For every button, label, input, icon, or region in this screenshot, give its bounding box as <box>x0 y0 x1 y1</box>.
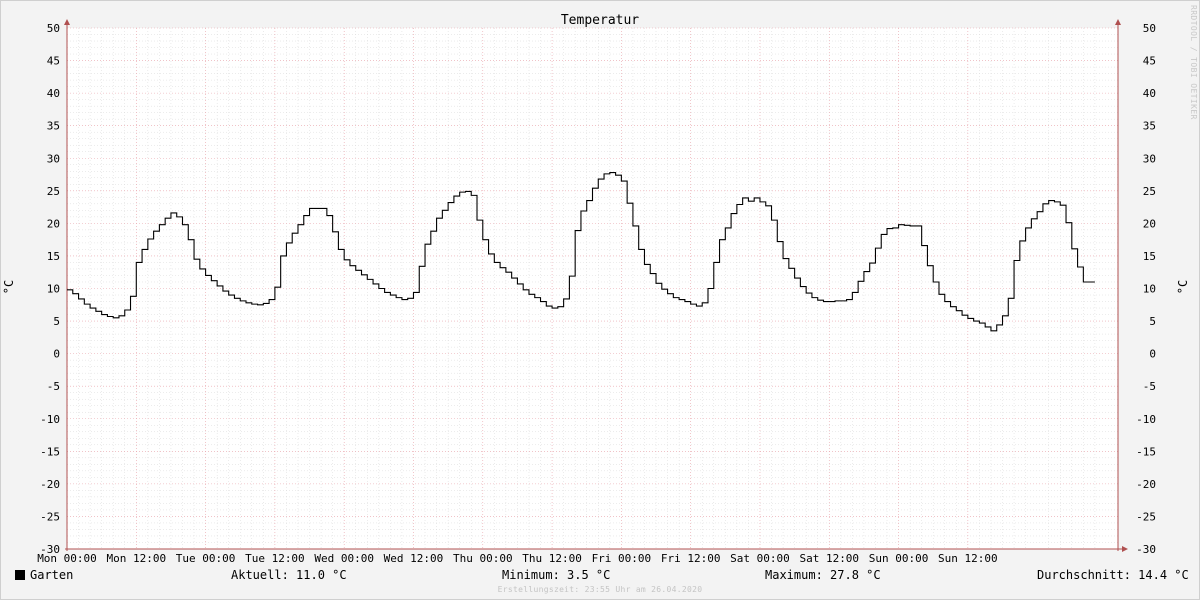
y-tick-label-left: 0 <box>53 348 60 361</box>
legend-maximum-value: Maximum: 27.8 °C <box>765 568 881 582</box>
y-tick-label-right: 35 <box>1143 120 1156 133</box>
y-tick-label-right: -5 <box>1143 380 1156 393</box>
legend-average-value: Durchschnitt: 14.4 °C <box>1037 568 1189 582</box>
y-tick-label-left: 35 <box>47 120 60 133</box>
legend-row: Garten Aktuell: 11.0 °C Minimum: 3.5 °C … <box>0 568 1200 584</box>
y-axis-arrow-right <box>1115 19 1121 25</box>
y-tick-label-right: -20 <box>1136 478 1156 491</box>
y-tick-label-left: 10 <box>47 283 60 296</box>
x-tick-label: Mon 00:00 <box>37 552 97 565</box>
x-tick-label: Sat 00:00 <box>730 552 790 565</box>
x-tick-label: Sun 00:00 <box>869 552 929 565</box>
y-tick-label-right: -10 <box>1136 413 1156 426</box>
y-tick-label-left: 40 <box>47 87 60 100</box>
y-tick-label-right: 45 <box>1143 55 1156 68</box>
y-tick-label-left: -25 <box>40 510 60 523</box>
x-tick-label: Sun 12:00 <box>938 552 998 565</box>
y-tick-label-left: 50 <box>47 22 60 35</box>
chart-title: Temperatur <box>561 13 639 28</box>
y-tick-label-right: 50 <box>1143 22 1156 35</box>
plot-area: 50 5045 4540 4035 3530 3025 2520 2015 1510 105 50 0… <box>37 19 1156 565</box>
x-tick-label: Thu 00:00 <box>453 552 513 565</box>
x-tick-label: Fri 00:00 <box>592 552 652 565</box>
legend-minimum-value: Minimum: 3.5 °C <box>502 568 611 582</box>
x-tick-label: Sat 12:00 <box>799 552 859 565</box>
y-tick-label-left: -5 <box>47 380 60 393</box>
y-tick-label-right: 30 <box>1143 152 1156 165</box>
y-tick-label-left: 45 <box>47 55 60 68</box>
y-tick-label-right: -25 <box>1136 510 1156 523</box>
y-tick-label-left: 20 <box>47 217 60 230</box>
y-tick-label-left: 15 <box>47 250 60 263</box>
creation-timestamp: Erstellungszeit: 23:55 Uhr am 26.04.2020 <box>497 585 703 594</box>
y-axis-arrow-left <box>64 19 70 25</box>
y-tick-label-right: 40 <box>1143 87 1156 100</box>
legend-current-value: Aktuell: 11.0 °C <box>231 568 347 582</box>
y-axis-label-right: °C <box>1176 279 1191 295</box>
rrdtool-watermark: RRDTOOL / TOBI OETIKER <box>1189 5 1198 120</box>
x-tick-label: Fri 12:00 <box>661 552 721 565</box>
y-tick-label-right: -30 <box>1136 543 1156 556</box>
x-axis-arrow <box>1122 546 1128 552</box>
y-tick-label-right: 25 <box>1143 185 1156 198</box>
y-tick-label-left: 25 <box>47 185 60 198</box>
temperature-chart: Temperatur 50 5045 4540 4035 3530 3025 2520 201… <box>37 13 1156 565</box>
x-tick-label: Wed 00:00 <box>314 552 374 565</box>
y-tick-label-right: -15 <box>1136 445 1156 458</box>
y-tick-label-right: 15 <box>1143 250 1156 263</box>
x-tick-label: Wed 12:00 <box>384 552 444 565</box>
y-tick-label-right: 0 <box>1149 348 1156 361</box>
y-tick-label-left: -15 <box>40 445 60 458</box>
x-tick-label: Mon 12:00 <box>106 552 166 565</box>
x-tick-label: Tue 12:00 <box>245 552 305 565</box>
y-tick-label-left: 5 <box>53 315 60 328</box>
y-tick-label-left: -10 <box>40 413 60 426</box>
y-tick-label-right: 20 <box>1143 217 1156 230</box>
y-tick-label-right: 10 <box>1143 283 1156 296</box>
x-tick-label: Tue 00:00 <box>176 552 236 565</box>
y-axis-label-left: °C <box>2 279 17 295</box>
y-tick-label-right: 5 <box>1149 315 1156 328</box>
x-tick-label: Thu 12:00 <box>522 552 582 565</box>
legend-series-name: Garten <box>30 568 74 582</box>
y-tick-label-left: 30 <box>47 152 60 165</box>
y-tick-label-left: -20 <box>40 478 60 491</box>
